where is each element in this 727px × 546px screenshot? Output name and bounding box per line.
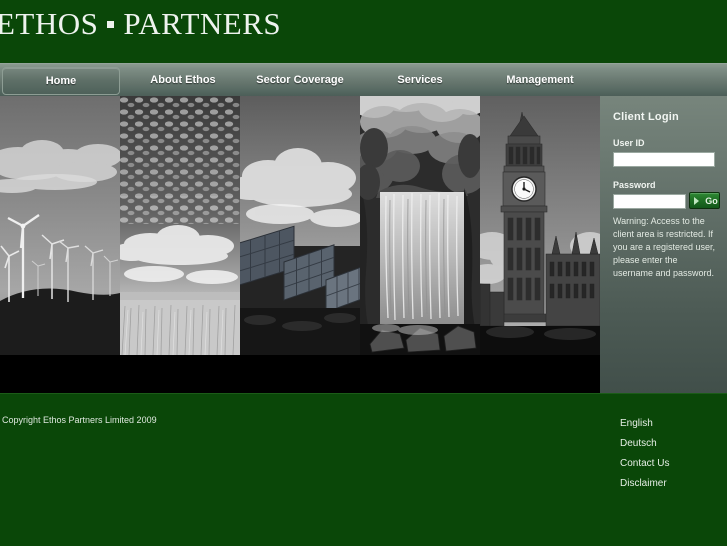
- cloudy-field-photo: [120, 96, 240, 355]
- user-id-label: User ID: [613, 138, 645, 148]
- brand-name-second: PARTNERS: [123, 6, 282, 41]
- brand-logo[interactable]: ETHOS PARTNERS: [0, 6, 281, 42]
- client-login-title: Client Login: [613, 111, 679, 123]
- play-arrow-icon: [694, 197, 699, 205]
- footer-link-english[interactable]: English: [620, 414, 720, 434]
- footer-link-deutsch[interactable]: Deutsch: [620, 434, 720, 454]
- footer-links: English Deutsch Contact Us Disclaimer: [620, 414, 720, 494]
- main-navigation: Home About Ethos Sector Coverage Service…: [0, 63, 727, 97]
- client-login-panel: Client Login User ID Password Go Warning…: [600, 96, 727, 393]
- go-button[interactable]: Go: [689, 192, 720, 209]
- user-id-input[interactable]: [613, 152, 715, 167]
- hero-bottom-band: [0, 355, 600, 393]
- waterfall-photo: [360, 96, 480, 355]
- nav-item-about-ethos[interactable]: About Ethos: [125, 64, 241, 97]
- go-button-label: Go: [705, 196, 718, 206]
- nav-item-home[interactable]: Home: [2, 67, 120, 95]
- site-footer: Copyright Ethos Partners Limited 2009 En…: [0, 393, 727, 546]
- password-input[interactable]: [613, 194, 686, 209]
- nav-item-services[interactable]: Services: [362, 64, 478, 97]
- hero-image-strip: [0, 96, 600, 393]
- brand-name-first: ETHOS: [0, 6, 99, 41]
- nav-item-sector-coverage[interactable]: Sector Coverage: [240, 64, 360, 97]
- footer-link-contact-us[interactable]: Contact Us: [620, 454, 720, 474]
- site-header: ETHOS PARTNERS: [0, 0, 727, 63]
- login-warning-text: Warning: Access to the client area is re…: [613, 216, 716, 278]
- solar-panels-photo: [240, 96, 360, 355]
- big-ben-photo: [480, 96, 600, 355]
- password-label: Password: [613, 180, 656, 190]
- nav-item-management[interactable]: Management: [482, 64, 598, 97]
- wind-turbines-photo: [0, 96, 120, 355]
- footer-link-disclaimer[interactable]: Disclaimer: [620, 474, 720, 494]
- brand-separator-icon: [107, 21, 115, 29]
- copyright-text: Copyright Ethos Partners Limited 2009: [2, 415, 157, 425]
